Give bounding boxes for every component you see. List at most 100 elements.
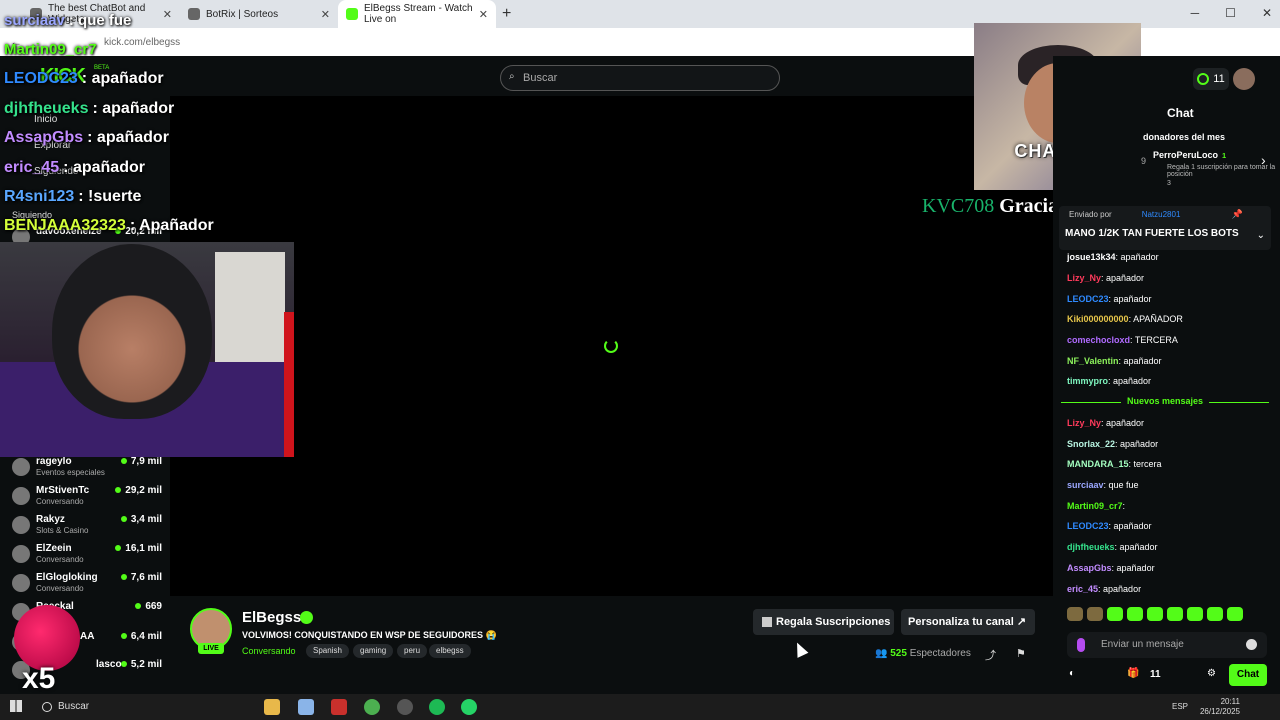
chrome-icon[interactable] (364, 699, 380, 715)
emote-icon[interactable] (1187, 607, 1203, 621)
chat-user[interactable]: djhfheueks (1067, 542, 1115, 552)
app-icon[interactable] (331, 699, 347, 715)
sidebar-streamer[interactable]: ElGlogloking Conversando 7,6 mil (12, 572, 162, 600)
chat-user[interactable]: NF_Valentin (1067, 356, 1119, 366)
chat-user[interactable]: LEODC23 (1067, 294, 1109, 304)
close-icon[interactable]: ✕ (479, 8, 488, 21)
stream-category[interactable]: Conversando (242, 646, 296, 656)
emote-icon[interactable] (1127, 607, 1143, 621)
emote-icon[interactable] (1147, 607, 1163, 621)
chat-user[interactable]: AssapGbs (1067, 563, 1112, 573)
emote-icon[interactable] (1087, 607, 1103, 621)
close-window-icon[interactable]: ✕ (1262, 6, 1272, 20)
emote-icon[interactable] (1227, 607, 1243, 621)
search-input[interactable]: ⌕ Buscar (500, 65, 780, 91)
url-field[interactable]: kick.com/elbegss (104, 37, 180, 48)
tag-elbegss[interactable]: elbegss (429, 644, 471, 658)
online-badge[interactable]: 11 (1193, 68, 1229, 90)
tab-botrix[interactable]: BotRix | Sorteos ✕ (180, 0, 338, 28)
pin-icon[interactable]: 📌 (1232, 209, 1243, 220)
customize-channel-button[interactable]: Personaliza tu canal ↗ (901, 609, 1035, 635)
tag-spanish[interactable]: Spanish (306, 644, 349, 658)
chat-user[interactable]: comechocloxd (1067, 335, 1130, 345)
sidebar-streamer[interactable]: MrStivenTc Conversando 29,2 mil (12, 485, 162, 513)
overlay-msg: : que fue (68, 12, 132, 29)
streamer-viewers: 29,2 mil (115, 485, 162, 496)
chat-text: : apañador (1108, 294, 1152, 304)
chevron-down-icon[interactable]: ⌄ (1257, 230, 1265, 241)
start-icon[interactable] (10, 700, 22, 712)
share-icon[interactable]: ⤴ (985, 647, 996, 663)
chat-user[interactable]: josue13k34 (1067, 252, 1116, 262)
tag-gaming[interactable]: gaming (353, 644, 394, 658)
minimize-icon[interactable]: ─ (1191, 6, 1200, 20)
channel-name[interactable]: ElBegss (242, 609, 301, 626)
send-chat-button[interactable]: Chat (1229, 664, 1267, 686)
donor-entry[interactable]: PerroPeruLoco 1 (1153, 150, 1226, 160)
new-messages-divider[interactable]: Nuevos mensajes (1061, 396, 1269, 408)
emote-icon[interactable] (1107, 607, 1123, 621)
chat-message: LEODC23: apañador (1067, 521, 1152, 531)
chat-user[interactable]: Lizy_Ny (1067, 418, 1101, 428)
spotify-icon[interactable] (429, 699, 445, 715)
donor-count: 1 (1222, 151, 1227, 160)
avatar (12, 516, 30, 534)
windows-taskbar: Buscar ESP 20:11 26/12/2025 (0, 694, 1280, 720)
chat-user[interactable]: timmypro (1067, 376, 1108, 386)
chat-user[interactable]: LEODC23 (1067, 521, 1109, 531)
chat-user[interactable]: Snorlax_22 (1067, 439, 1115, 449)
tab-title: ElBegss Stream - Watch Live on (364, 3, 473, 25)
new-tab-icon[interactable]: + (502, 5, 511, 23)
clock[interactable]: 20:11 26/12/2025 (1200, 697, 1240, 717)
emoji-icon[interactable] (1246, 639, 1257, 650)
chat-message: Lizy_Ny: apañador (1067, 418, 1144, 428)
language-indicator[interactable]: ESP (1172, 702, 1188, 711)
user-avatar[interactable] (1233, 68, 1255, 90)
toggle-icon[interactable]: ◐ (1069, 668, 1075, 679)
tag-peru[interactable]: peru (397, 644, 428, 658)
maximize-icon[interactable]: ☐ (1225, 6, 1236, 20)
report-icon[interactable]: ⚑ (1016, 647, 1026, 660)
chevron-right-icon[interactable]: › (1261, 152, 1266, 168)
chat-user[interactable]: MANDARA_15 (1067, 459, 1129, 469)
chat-text: : apañador (1118, 356, 1162, 366)
chat-text: : tercera (1128, 459, 1162, 469)
file-explorer-icon[interactable] (264, 699, 280, 715)
streamer-name: Rakyz (36, 514, 65, 525)
streamer-name: ElZeein (36, 543, 72, 554)
shelf (215, 252, 285, 372)
chat-user[interactable]: eric_45 (1067, 584, 1098, 594)
taskbar-search[interactable]: Buscar (30, 698, 220, 716)
chat-user[interactable]: Lizy_Ny (1067, 273, 1101, 283)
emote-icon[interactable] (1207, 607, 1223, 621)
chair (284, 312, 294, 457)
overlay-user: R4sni123 (4, 188, 75, 205)
gift-icon[interactable]: 🎁 (1127, 668, 1139, 679)
chat-input[interactable]: Enviar un mensaje (1067, 632, 1267, 658)
mic-icon[interactable] (1077, 638, 1085, 652)
streamer-viewers: 16,1 mil (115, 543, 162, 554)
whatsapp-icon[interactable] (461, 699, 477, 715)
chat-message: LEODC23: apañador (1067, 294, 1152, 304)
streamer-viewers: 5,2 mil (121, 659, 162, 670)
tab-elbegss[interactable]: ElBegss Stream - Watch Live on ✕ (338, 0, 496, 28)
sidebar-streamer[interactable]: ElZeein Conversando 16,1 mil (12, 543, 162, 571)
pinned-message[interactable]: Enviado por Natzu2801 MANO 1/2K TAN FUERT… (1059, 206, 1271, 250)
sidebar-streamer[interactable]: Rakyz Slots & Casino 3,4 mil (12, 514, 162, 542)
emote-bar (1067, 607, 1267, 623)
video-player[interactable] (170, 96, 1053, 644)
chat-user[interactable]: Martin09_cr7 (1067, 501, 1123, 511)
chat-text: : TERCERA (1130, 335, 1178, 345)
close-icon[interactable]: ✕ (321, 8, 330, 21)
emote-icon[interactable] (1067, 607, 1083, 621)
gift-subs-button[interactable]: Regala Suscripciones (753, 609, 894, 635)
chat-user[interactable]: Kiki000000000 (1067, 314, 1129, 324)
obs-icon[interactable] (397, 699, 413, 715)
close-icon[interactable]: ✕ (163, 8, 172, 21)
chat-message: Kiki000000000: APAÑADOR (1067, 314, 1183, 324)
notepad-icon[interactable] (298, 699, 314, 715)
chat-user[interactable]: surciaav (1067, 480, 1104, 490)
sidebar-streamer[interactable]: rageylo Eventos especiales 7,9 mil (12, 456, 162, 484)
emote-icon[interactable] (1167, 607, 1183, 621)
settings-icon[interactable]: ⚙ (1207, 668, 1216, 679)
